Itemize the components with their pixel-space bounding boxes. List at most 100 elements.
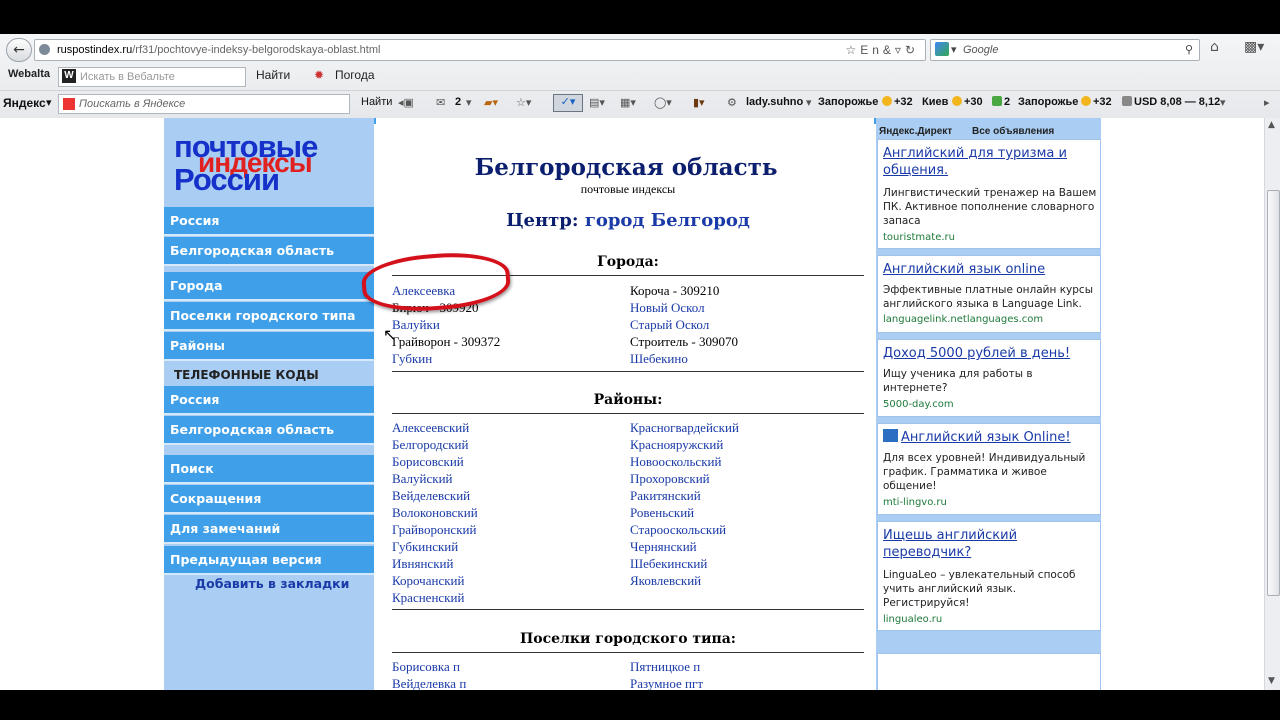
book-icon[interactable]: ▮▾ bbox=[693, 96, 705, 109]
ad-title[interactable]: Английский язык online bbox=[883, 261, 1093, 278]
webalta-logo[interactable]: Webalta bbox=[8, 68, 50, 80]
sidebar-item-belgorod-region[interactable]: Белгородская область bbox=[164, 237, 374, 266]
place-link[interactable]: Вейделевка п bbox=[392, 676, 466, 690]
place-link[interactable]: Губкин bbox=[392, 351, 432, 367]
user-dropdown-icon[interactable]: ▾ bbox=[806, 96, 812, 109]
currency-dropdown-icon[interactable]: ▾ bbox=[1220, 96, 1226, 109]
scroll-down-arrow-icon[interactable]: ▼ bbox=[1268, 676, 1275, 686]
place-link[interactable]: Шебекинский bbox=[630, 556, 707, 572]
place-link[interactable]: Борисовский bbox=[392, 454, 464, 470]
center-city-link[interactable]: город Белгород bbox=[585, 210, 750, 231]
place-link[interactable]: Чернянский bbox=[630, 539, 697, 555]
tab-yandex-direct[interactable]: Яндекс.Директ bbox=[879, 126, 952, 137]
address-bar[interactable]: ruspostindex.ru/rf31/pochtovye-indeksy-b… bbox=[34, 39, 926, 61]
puzzle-icon[interactable]: ▦▾ bbox=[620, 96, 636, 109]
place-link[interactable]: Красненский bbox=[392, 590, 464, 606]
back-button[interactable]: ← bbox=[6, 38, 32, 62]
place-link[interactable]: Белгородский bbox=[392, 437, 468, 453]
sidebar-item-russia[interactable]: Россия bbox=[164, 207, 374, 236]
site-identity-icon[interactable] bbox=[39, 44, 50, 55]
yandex-dropdown-icon[interactable]: ▾ bbox=[46, 96, 52, 109]
sidebar-item-abbreviations[interactable]: Сокращения bbox=[164, 485, 374, 514]
weather-city-3[interactable]: Запорожье bbox=[1018, 96, 1078, 108]
sidebar-item-phone-russia[interactable]: Россия bbox=[164, 386, 374, 415]
home-icon[interactable]: ⌂ bbox=[1210, 39, 1219, 55]
place-link[interactable]: Корочанский bbox=[392, 573, 464, 589]
place-link[interactable]: Яковлевский bbox=[630, 573, 701, 589]
ad-title[interactable]: Ищешь английский переводчик? bbox=[883, 527, 1093, 561]
currency-rate[interactable]: USD 8,08 — 8,12 bbox=[1122, 96, 1220, 108]
place-link[interactable]: Волоконовский bbox=[392, 505, 478, 521]
ad-url[interactable]: languagelink.netlanguages.com bbox=[883, 314, 1043, 325]
place-link[interactable]: Валуйский bbox=[392, 471, 453, 487]
user-name[interactable]: lady.suhno bbox=[746, 96, 803, 108]
add-bookmark-link[interactable]: Добавить в закладки bbox=[195, 576, 349, 591]
addons-icon[interactable]: ▩▾ bbox=[1244, 39, 1264, 55]
translate-icon[interactable]: En bbox=[860, 43, 883, 57]
weather-city-1[interactable]: Запорожье bbox=[818, 96, 878, 108]
place-link[interactable]: Валуйки bbox=[392, 317, 440, 333]
chat-bubble-icon[interactable]: ◯▾ bbox=[654, 96, 672, 109]
reload-icon[interactable]: ↻ bbox=[905, 43, 919, 57]
ad-block[interactable]: Доход 5000 рублей в день! Ищу ученика дл… bbox=[877, 339, 1101, 417]
place-link[interactable]: Ракитянский bbox=[630, 488, 701, 504]
sidebar-item-districts[interactable]: Районы bbox=[164, 332, 374, 361]
ad-url[interactable]: lingualeo.ru bbox=[883, 614, 942, 625]
sidebar-item-previous-version[interactable]: Предыдущая версия bbox=[164, 546, 374, 575]
search-magnifier-icon[interactable]: ⚲ bbox=[1185, 40, 1193, 60]
place-link[interactable]: Краснояружский bbox=[630, 437, 723, 453]
ampersand-icon[interactable]: & bbox=[883, 43, 895, 57]
place-link[interactable]: Вейделевский bbox=[392, 488, 470, 504]
yandex-search-input[interactable]: Поискать в Яндексе bbox=[58, 94, 350, 114]
ad-block[interactable]: Английский для туризма и общения. Лингви… bbox=[877, 139, 1101, 249]
sidebar-item-search[interactable]: Поиск bbox=[164, 455, 374, 484]
sidebar-item-cities[interactable]: Города bbox=[164, 272, 374, 301]
site-logo[interactable]: почтовые индексы России bbox=[172, 131, 372, 196]
mail-dropdown-icon[interactable]: ▾ bbox=[466, 96, 472, 109]
webalta-search-input[interactable]: W Искать в Вебальте bbox=[58, 67, 246, 87]
place-link[interactable]: Разумное пгт bbox=[630, 676, 703, 690]
webalta-find-button[interactable]: Найти bbox=[256, 68, 290, 82]
weather-button[interactable]: Погода bbox=[335, 68, 375, 82]
place-link[interactable]: Грайворонский bbox=[392, 522, 476, 538]
bookmark-star-icon[interactable]: ☆ bbox=[845, 43, 860, 57]
ad-url[interactable]: touristmate.ru bbox=[883, 232, 955, 243]
sidebar-item-towns[interactable]: Поселки городского типа bbox=[164, 302, 374, 331]
place-link[interactable]: Ровеньский bbox=[630, 505, 694, 521]
favorites-star-icon[interactable]: ☆▾ bbox=[516, 96, 531, 109]
place-link[interactable]: Алексеевский bbox=[392, 420, 469, 436]
place-link[interactable]: Губкинский bbox=[392, 539, 458, 555]
place-link[interactable]: Шебекино bbox=[630, 351, 688, 367]
place-link[interactable]: Красногвардейский bbox=[630, 420, 739, 436]
place-link[interactable]: Прохоровский bbox=[630, 471, 710, 487]
place-link[interactable]: Ивнянский bbox=[392, 556, 453, 572]
ad-title[interactable]: Доход 5000 рублей в день! bbox=[883, 345, 1093, 362]
ad-block[interactable]: Ищешь английский переводчик? LinguaLeo –… bbox=[877, 521, 1101, 631]
ad-block[interactable]: Английский язык online Эффективные платн… bbox=[877, 255, 1101, 333]
sidebar-item-feedback[interactable]: Для замечаний bbox=[164, 515, 374, 544]
sidebar-item-phone-belgorod[interactable]: Белгородская область bbox=[164, 416, 374, 445]
scroll-thumb[interactable] bbox=[1267, 190, 1280, 596]
google-icon[interactable] bbox=[935, 42, 949, 56]
tab-all-ads[interactable]: Все объявления bbox=[972, 126, 1054, 137]
translate-tool-icon[interactable]: ▤▾ bbox=[589, 96, 605, 109]
yandex-logo[interactable]: Яндекс bbox=[3, 96, 46, 110]
search-engine-dropdown-icon[interactable]: ▾ bbox=[951, 40, 957, 60]
place-link[interactable]: Старый Оскол bbox=[630, 317, 709, 333]
place-link[interactable]: Борисовка п bbox=[392, 659, 460, 675]
ad-title[interactable]: Английский для туризма и общения. bbox=[883, 145, 1093, 179]
search-bar[interactable]: ▾ Google ⚲ bbox=[930, 39, 1200, 61]
notification-count[interactable]: 2 bbox=[992, 96, 1010, 108]
place-link[interactable]: Старооскольский bbox=[630, 522, 726, 538]
yandex-find-button[interactable]: Найти bbox=[361, 96, 392, 108]
weather-city-2[interactable]: Киев bbox=[922, 96, 948, 108]
ad-url[interactable]: mti-lingvo.ru bbox=[883, 497, 947, 508]
toolbar-tool-icons[interactable]: ◂▣ bbox=[398, 96, 414, 109]
place-link[interactable]: Пятницкое п bbox=[630, 659, 700, 675]
ad-block[interactable]: Английский язык Online! Для всех уровней… bbox=[877, 423, 1101, 515]
scroll-up-arrow-icon[interactable]: ▲ bbox=[1268, 120, 1275, 130]
dropdown-icon[interactable]: ▿ bbox=[895, 43, 905, 57]
folder-icon[interactable]: ▰▾ bbox=[484, 96, 498, 109]
ad-url[interactable]: 5000-day.com bbox=[883, 399, 954, 410]
settings-gear-icon[interactable]: ⚙ bbox=[727, 96, 737, 109]
